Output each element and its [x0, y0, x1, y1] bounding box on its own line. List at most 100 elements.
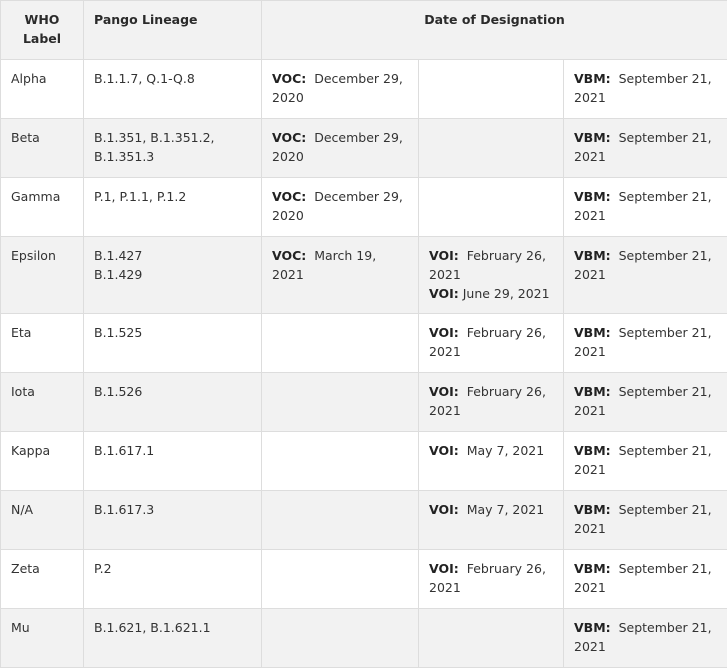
- vbm-date-cell: VBM: September 21, 2021: [564, 432, 727, 491]
- pango-lineage-cell: P.2: [84, 550, 262, 609]
- table-row: Iota B.1.526 VOI: February 26, 2021VBM: Se…: [1, 373, 727, 432]
- voi-tag: VOI:: [429, 561, 459, 576]
- table-row: GammaP.1, P.1.1, P.1.2VOC: December 29, …: [1, 178, 727, 237]
- voc-tag: VOC:: [272, 248, 306, 263]
- vbm-date-cell: VBM: September 21, 2021: [564, 550, 727, 609]
- vbm-tag: VBM:: [574, 189, 611, 204]
- vbm-date-cell: VBM: September 21, 2021: [564, 491, 727, 550]
- pango-lineage: B.1.525: [94, 325, 142, 340]
- voi-tag: VOI:: [429, 325, 459, 340]
- who-label: Beta: [11, 130, 40, 145]
- vbm-date-cell: VBM: September 21, 2021: [564, 237, 727, 314]
- header-pango-lineage: Pango Lineage: [84, 1, 262, 60]
- who-label: N/A: [11, 502, 33, 517]
- voc-date-cell: VOC: December 29, 2020: [262, 119, 419, 178]
- vbm-tag: VBM:: [574, 502, 611, 517]
- table-row: Beta B.1.351, B.1.351.2, B.1.351.3 VOC: De…: [1, 119, 727, 178]
- voc-date-cell: [262, 373, 419, 432]
- voc-date-cell: VOC: December 29, 2020: [262, 60, 419, 119]
- vbm-tag: VBM:: [574, 71, 611, 86]
- pango-lineage-cell: B.1.427 B.1.429: [84, 237, 262, 314]
- vbm-tag: VBM:: [574, 248, 611, 263]
- voi-tag: VOI:: [429, 286, 459, 301]
- who-label: Kappa: [11, 443, 50, 458]
- voi-date: June 29, 2021: [463, 286, 550, 301]
- pango-lineage-cell: P.1, P.1.1, P.1.2: [84, 178, 262, 237]
- voi-date-cell: VOI: May 7, 2021: [419, 432, 564, 491]
- who-label-cell: Alpha: [1, 60, 84, 119]
- vbm-date-cell: VBM: September 21, 2021: [564, 119, 727, 178]
- who-label-cell: Zeta: [1, 550, 84, 609]
- who-label: Gamma: [11, 189, 60, 204]
- pango-lineage: B.1.617.1: [94, 443, 154, 458]
- who-label: Eta: [11, 325, 31, 340]
- voi-tag: VOI:: [429, 248, 459, 263]
- voi-date-cell: VOI: February 26, 2021: [419, 373, 564, 432]
- vbm-tag: VBM:: [574, 130, 611, 145]
- vbm-tag: VBM:: [574, 325, 611, 340]
- who-label-cell: Eta: [1, 314, 84, 373]
- vbm-date-cell: VBM: September 21, 2021: [564, 178, 727, 237]
- pango-lineage-cell: B.1.526: [84, 373, 262, 432]
- voc-tag: VOC:: [272, 130, 306, 145]
- vbm-tag: VBM:: [574, 561, 611, 576]
- pango-lineage-cell: B.1.351, B.1.351.2, B.1.351.3: [84, 119, 262, 178]
- pango-lineage-cell: B.1.617.1: [84, 432, 262, 491]
- pango-lineage: B.1.621, B.1.621.1: [94, 620, 211, 635]
- pango-lineage: B.1.1.7, Q.1-Q.8: [94, 71, 195, 86]
- who-label: Mu: [11, 620, 30, 635]
- voc-date-cell: [262, 432, 419, 491]
- pango-lineage: B.1.351, B.1.351.2, B.1.351.3: [94, 130, 215, 164]
- voc-date-cell: [262, 609, 419, 668]
- voc-date-cell: [262, 550, 419, 609]
- header-date-of-designation: Date of Designation: [262, 1, 727, 60]
- voc-date-cell: [262, 491, 419, 550]
- voi-date-cell: VOI: May 7, 2021: [419, 491, 564, 550]
- variants-table: WHO Label Pango Lineage Date of Designat…: [0, 0, 727, 668]
- vbm-tag: VBM:: [574, 443, 611, 458]
- vbm-tag: VBM:: [574, 384, 611, 399]
- voi-tag: VOI:: [429, 443, 459, 458]
- voi-date-cell: VOI: February 26, 2021: [419, 314, 564, 373]
- vbm-tag: VBM:: [574, 620, 611, 635]
- who-label-cell: Epsilon: [1, 237, 84, 314]
- voc-date-cell: [262, 314, 419, 373]
- voi-date-cell: VOI: February 26, 2021: [419, 550, 564, 609]
- who-label-cell: N/A: [1, 491, 84, 550]
- header-who-label: WHO Label: [1, 1, 84, 60]
- who-label: Alpha: [11, 71, 47, 86]
- table-row: Eta B.1.525 VOI: February 26, 2021VBM: Sep…: [1, 314, 727, 373]
- voi-date: May 7, 2021: [467, 502, 545, 517]
- voi-date: May 7, 2021: [467, 443, 545, 458]
- voc-tag: VOC:: [272, 71, 306, 86]
- table-row: KappaB.1.617.1VOI: May 7, 2021VBM: Septe…: [1, 432, 727, 491]
- pango-lineage-cell: B.1.617.3: [84, 491, 262, 550]
- who-label-cell: Beta: [1, 119, 84, 178]
- pango-lineage: B.1.526: [94, 384, 142, 399]
- voi-date-cell: VOI: February 26, 2021VOI: June 29, 2021: [419, 237, 564, 314]
- pango-lineage-cell: B.1.621, B.1.621.1: [84, 609, 262, 668]
- voi-date-cell: [419, 178, 564, 237]
- who-label: Iota: [11, 384, 35, 399]
- who-label-cell: Iota: [1, 373, 84, 432]
- table-row: Alpha B.1.1.7, Q.1-Q.8 VOC: December 29, 2…: [1, 60, 727, 119]
- vbm-date-cell: VBM: September 21, 2021: [564, 60, 727, 119]
- pango-lineage-cell: B.1.1.7, Q.1-Q.8: [84, 60, 262, 119]
- voi-date-cell: [419, 609, 564, 668]
- voc-date-cell: VOC: March 19, 2021: [262, 237, 419, 314]
- who-label: Epsilon: [11, 248, 56, 263]
- pango-lineage: B.1.427: [94, 248, 142, 263]
- voi-date-cell: [419, 60, 564, 119]
- pango-lineage: B.1.617.3: [94, 502, 154, 517]
- pango-lineage: B.1.429: [94, 267, 142, 282]
- table-row: Zeta P.2 VOI: February 26, 2021VBM: Septem…: [1, 550, 727, 609]
- who-label-cell: Mu: [1, 609, 84, 668]
- vbm-date-cell: VBM: September 21, 2021: [564, 373, 727, 432]
- vbm-date-cell: VBM: September 21, 2021: [564, 314, 727, 373]
- pango-lineage-cell: B.1.525: [84, 314, 262, 373]
- pango-lineage: P.1, P.1.1, P.1.2: [94, 189, 186, 204]
- voc-tag: VOC:: [272, 189, 306, 204]
- voi-tag: VOI:: [429, 384, 459, 399]
- pango-lineage: P.2: [94, 561, 112, 576]
- who-label-cell: Gamma: [1, 178, 84, 237]
